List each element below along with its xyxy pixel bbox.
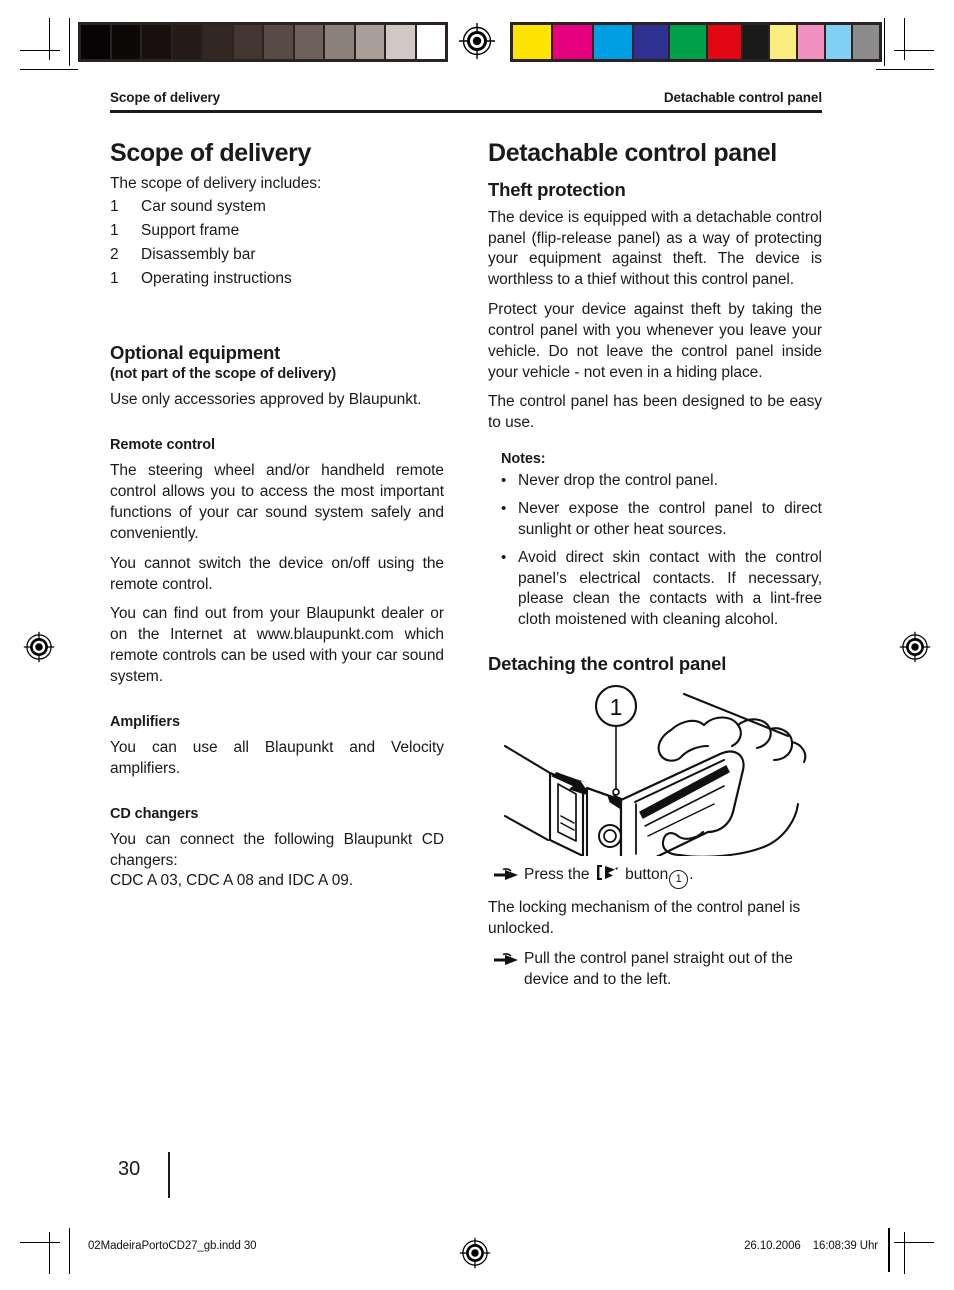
bullet-icon: • (501, 548, 507, 566)
footer-right-rule (888, 1228, 890, 1272)
crop-mark-top-left-vertical (49, 18, 50, 60)
section-heading-cd-changers: CD changers (110, 805, 199, 822)
crop-mark-top-right-vertical (904, 18, 905, 60)
cd-changer-models: CDC A 03, CDC A 08 and IDC A 09. (110, 872, 354, 890)
pointing-hand-icon (493, 949, 524, 991)
step-pull-panel: Pull the control panel straight out of t… (488, 949, 822, 991)
list-item: • Never drop the control panel. (488, 471, 822, 492)
amplifiers-body: You can use all Blaupunkt and Velocity a… (110, 738, 444, 777)
notes-list: • Never drop the control panel. • Never … (488, 471, 822, 631)
crop-mark-trim-left-upper (20, 69, 78, 70)
note-text: Never expose the control panel to direct… (518, 500, 822, 538)
page-content: Scope of delivery Detachable control pan… (110, 90, 822, 1000)
left-column: Scope of delivery The scope of delivery … (110, 139, 444, 902)
step-text: Pull the control panel straight out of t… (524, 950, 793, 988)
list-item: • Avoid direct skin contact with the con… (488, 548, 822, 631)
step1-after: . (689, 866, 694, 884)
callout-reference-1: 1 (669, 870, 689, 890)
callout-label-1: 1 (610, 694, 623, 720)
page-title-detachable-control-panel: Detachable control panel (488, 138, 777, 167)
production-time: 16:08:39 Uhr (812, 1240, 878, 1252)
page-number: 30 (118, 1158, 141, 1180)
production-timestamp: 26.10.2006 16:08:39 Uhr (744, 1240, 878, 1252)
greyscale-control-strip (78, 22, 448, 62)
running-head-right: Detachable control panel (663, 90, 822, 105)
color-control-strip (510, 22, 882, 62)
delivery-items-list: 1 Car sound system 1 Support frame 2 Dis… (110, 197, 444, 290)
theft-protection-paragraph-1: The device is equipped with a detachable… (488, 208, 822, 289)
registration-target-left (22, 630, 56, 664)
notes-heading: Notes: (501, 451, 546, 468)
crop-mark-bottom-left-vertical (49, 1232, 50, 1274)
section-heading-amplifiers: Amplifiers (110, 713, 180, 730)
item-quantity: 1 (110, 270, 119, 288)
two-column-layout: Scope of delivery The scope of delivery … (110, 139, 822, 1000)
step1-before: Press the (524, 866, 590, 884)
section-heading-detaching-control-panel: Detaching the control panel (488, 653, 727, 675)
section-heading-theft-protection: Theft protection (488, 178, 626, 200)
item-name: Operating instructions (141, 270, 292, 288)
list-item: 1 Operating instructions (110, 269, 444, 290)
item-name: Support frame (141, 222, 240, 240)
step1-middle: button (625, 866, 669, 884)
crop-mark-top-left-horizontal (20, 50, 60, 51)
note-text: Avoid direct skin contact with the contr… (518, 548, 822, 629)
item-quantity: 2 (110, 246, 119, 264)
item-name: Disassembly bar (141, 246, 256, 264)
crop-mark-bottom-right-vertical (904, 1232, 905, 1274)
item-name: Car sound system (141, 198, 266, 216)
section-heading-optional-equipment: Optional equipment (110, 342, 281, 364)
indesign-filename: 02MadeiraPortoCD27_gb.indd 30 (88, 1240, 257, 1252)
running-head: Scope of delivery Detachable control pan… (110, 90, 822, 110)
cd-changers-body: You can connect the following Blaupunkt … (110, 830, 444, 869)
theft-protection-paragraph-2: Protect your device against theft by tak… (488, 301, 822, 381)
crop-mark-bleed-left (69, 18, 70, 66)
detaching-result-text: The locking mechanism of the control pan… (488, 899, 801, 938)
running-head-left: Scope of delivery (110, 90, 221, 105)
optional-equipment-body: Use only accessories approved by Blaupun… (110, 391, 422, 409)
note-text: Never drop the control panel. (518, 472, 718, 490)
crop-mark-trim-right-upper (876, 69, 934, 70)
crop-mark-bottom-right-horizontal (894, 1242, 934, 1243)
production-date: 26.10.2006 (744, 1240, 801, 1252)
right-column: Detachable control panel Theft protectio… (488, 139, 822, 1000)
bullet-icon: • (501, 500, 507, 518)
pointing-hand-icon (493, 864, 524, 889)
step-press-button: Press the button 1. (488, 864, 822, 890)
flip-release-button-icon (596, 864, 619, 881)
list-item: 1 Car sound system (110, 197, 444, 218)
crop-mark-bleed-right (884, 18, 885, 66)
bullet-icon: • (501, 472, 507, 490)
registration-target-right (898, 630, 932, 664)
list-item: • Never expose the control panel to dire… (488, 499, 822, 541)
crop-mark-top-right-horizontal (894, 50, 934, 51)
step-text: Press the button 1. (524, 864, 822, 890)
crop-mark-bleed-left-bottom (69, 1228, 70, 1274)
figure-detaching-control-panel: 1 (488, 684, 822, 857)
remote-control-paragraph-1: The steering wheel and/or handheld remot… (110, 462, 444, 542)
list-item: 1 Support frame (110, 221, 444, 242)
page-number-rule (168, 1152, 171, 1198)
item-quantity: 1 (110, 198, 119, 216)
registration-target-top (458, 22, 496, 60)
remote-control-paragraph-3: You can find out from your Blaupunkt dea… (110, 605, 444, 685)
remote-control-paragraph-2: You cannot switch the device on/off usin… (110, 554, 444, 593)
page-title-scope-of-delivery: Scope of delivery (110, 138, 312, 167)
section-heading-remote-control: Remote control (110, 437, 215, 454)
crop-mark-bottom-left-horizontal (20, 1242, 60, 1243)
running-head-rule (110, 110, 822, 113)
section-subheading-optional-equipment: (not part of the scope of delivery) (110, 366, 337, 383)
item-quantity: 1 (110, 222, 119, 240)
production-footer: 02MadeiraPortoCD27_gb.indd 30 26.10.2006… (88, 1240, 878, 1252)
theft-protection-paragraph-3: The control panel has been designed to b… (488, 393, 822, 432)
scope-intro: The scope of delivery includes: (110, 174, 322, 192)
list-item: 2 Disassembly bar (110, 245, 444, 266)
